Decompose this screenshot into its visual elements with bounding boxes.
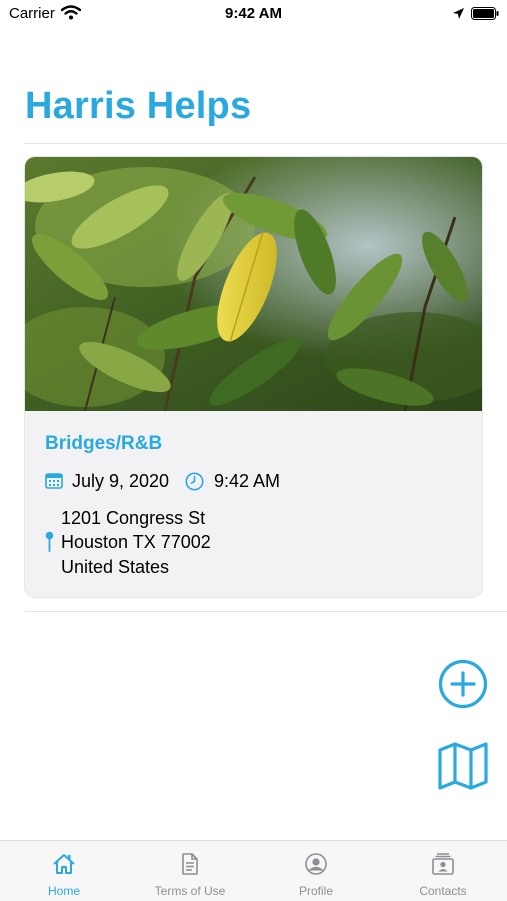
home-icon <box>53 854 75 874</box>
event-photo <box>25 157 482 411</box>
profile-icon <box>305 853 327 875</box>
tab-contacts-label: Contacts <box>419 884 467 898</box>
battery-icon <box>471 7 499 25</box>
tab-bar: Home Terms of Use Profile Contacts <box>0 840 507 901</box>
tab-terms[interactable]: Terms of Use <box>127 841 253 901</box>
event-time: 9:42 AM <box>214 471 281 491</box>
contacts-icon <box>432 853 454 875</box>
status-bar: Carrier 9:42 AM <box>0 0 507 30</box>
plus-circle-icon <box>438 659 488 709</box>
status-time: 9:42 AM <box>225 5 282 22</box>
tab-home[interactable]: Home <box>1 841 127 901</box>
tab-contacts[interactable]: Contacts <box>380 841 506 901</box>
map-button[interactable] <box>437 740 489 792</box>
header-divider <box>25 143 507 144</box>
list-divider <box>25 611 507 612</box>
tab-profile-label: Profile <box>298 884 333 898</box>
tab-profile[interactable]: Profile <box>253 841 379 901</box>
add-event-button[interactable] <box>437 658 489 710</box>
tab-terms-label: Terms of Use <box>154 884 226 898</box>
document-icon <box>182 853 198 875</box>
calendar-icon <box>45 472 63 494</box>
address-line-2: Houston TX 77002 <box>61 532 211 552</box>
address-line-1: 1201 Congress St <box>61 508 206 528</box>
event-card[interactable]: Bridges/R&B July 9, 2020 9:42 AM 1201 Co… <box>25 157 482 597</box>
tab-home-label: Home <box>47 884 80 898</box>
page-title: Harris Helps <box>25 85 252 127</box>
location-pin-icon <box>45 531 54 558</box>
address-line-3: United States <box>61 557 170 577</box>
event-title: Bridges/R&B <box>45 433 163 454</box>
map-icon <box>438 742 488 790</box>
clock-icon <box>185 472 204 496</box>
location-arrow-icon <box>452 7 465 25</box>
event-date: July 9, 2020 <box>72 471 170 491</box>
